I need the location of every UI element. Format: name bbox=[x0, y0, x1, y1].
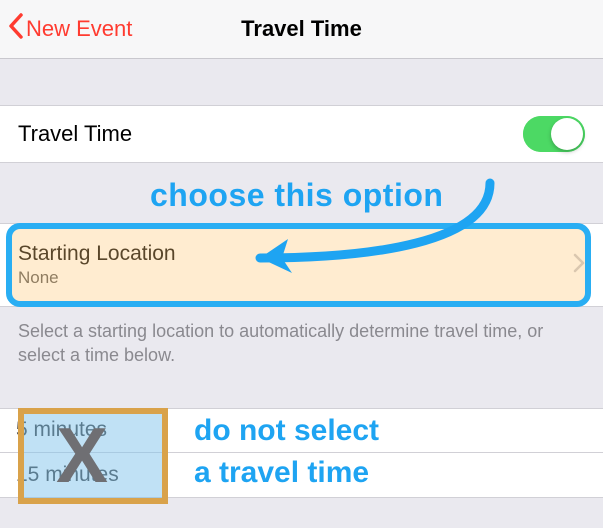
time-options-group: X do not select a travel time 5 minutes … bbox=[18, 408, 603, 498]
annotation-do-not-line2: a travel time bbox=[194, 452, 379, 494]
annotation-do-not-select: do not select a travel time bbox=[194, 410, 379, 494]
starting-location-value: None bbox=[18, 268, 176, 288]
back-button[interactable]: New Event bbox=[0, 13, 132, 45]
switch-knob bbox=[551, 118, 583, 150]
starting-location-row[interactable]: Starting Location None bbox=[0, 223, 603, 307]
time-option-label: 5 minutes bbox=[16, 418, 107, 442]
time-option-label: 15 minutes bbox=[16, 463, 119, 487]
starting-location-wrap: Starting Location None bbox=[0, 223, 603, 307]
spacer bbox=[0, 59, 603, 105]
starting-location-title: Starting Location bbox=[18, 242, 176, 266]
travel-time-label: Travel Time bbox=[18, 121, 132, 147]
travel-time-switch[interactable] bbox=[523, 116, 585, 152]
annotation-do-not-line1: do not select bbox=[194, 410, 379, 452]
nav-bar: New Event Travel Time bbox=[0, 0, 603, 59]
back-label: New Event bbox=[26, 16, 132, 42]
hint-text: Select a starting location to automatica… bbox=[0, 307, 603, 368]
travel-time-row: Travel Time bbox=[0, 105, 603, 163]
chevron-right-icon bbox=[573, 253, 585, 278]
spacer bbox=[0, 368, 603, 408]
chevron-left-icon bbox=[8, 13, 26, 45]
annotation-choose-wrap: choose this option bbox=[0, 163, 603, 223]
annotation-choose-text: choose this option bbox=[150, 177, 443, 214]
starting-location-labels: Starting Location None bbox=[18, 242, 176, 288]
